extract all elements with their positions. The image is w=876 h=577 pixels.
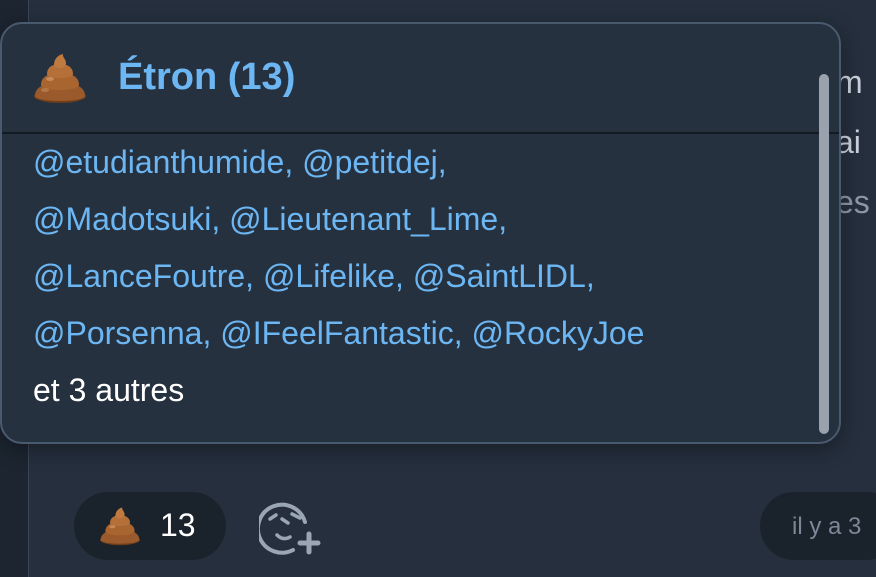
reaction-users-popover: Étron (13) @etudianthumide, @petitdej, @… <box>0 22 841 444</box>
user-mention-link[interactable]: @etudianthumide <box>33 144 284 180</box>
reaction-users-list: @etudianthumide, @petitdej, @Madotsuki, … <box>33 134 803 419</box>
reaction-count: 13 <box>160 507 196 543</box>
poop-reaction-button[interactable]: 13 <box>74 492 226 560</box>
more-users-text: et 3 autres <box>33 372 185 408</box>
popover-title: Étron (13) <box>118 56 296 98</box>
user-mention-link[interactable]: @petitdej <box>302 144 438 180</box>
page: m ai es Étron (13) @etudianthumide, @pet… <box>0 0 876 577</box>
user-mention-link[interactable]: @Lieutenant_Lime <box>229 201 498 237</box>
poop-emoji-icon <box>34 54 86 103</box>
background-text-line: es <box>836 184 870 220</box>
user-mention-link[interactable]: @Porsenna <box>33 315 202 351</box>
user-mention-link[interactable]: @IFeelFantastic <box>220 315 453 351</box>
user-mention-link[interactable]: @Madotsuki <box>33 201 211 237</box>
user-mention-link[interactable]: @RockyJoe <box>471 315 644 351</box>
poop-emoji-icon <box>100 507 140 546</box>
popover-header: Étron (13) <box>2 24 839 132</box>
user-mention-link[interactable]: @SaintLIDL <box>413 258 586 294</box>
user-mention-link[interactable]: @LanceFoutre <box>33 258 245 294</box>
timestamp-badge[interactable]: il y a 3 <box>760 492 876 560</box>
timestamp-text: il y a 3 <box>792 513 862 540</box>
add-reaction-icon[interactable] <box>259 498 323 556</box>
popover-scrollbar[interactable] <box>819 74 829 434</box>
user-mention-link[interactable]: @Lifelike <box>263 258 395 294</box>
scrollbar-thumb[interactable] <box>819 74 829 434</box>
